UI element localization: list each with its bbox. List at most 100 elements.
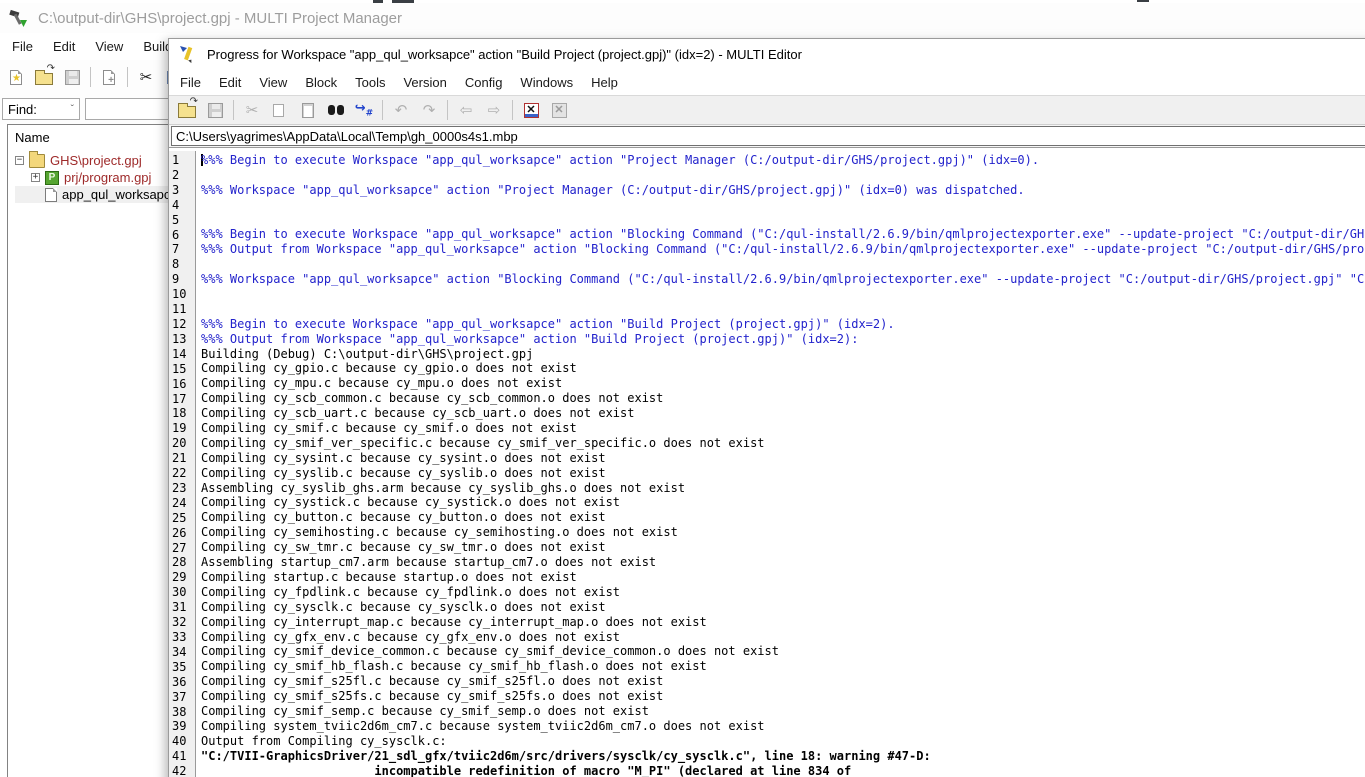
file-path-input[interactable] xyxy=(171,126,1365,146)
expand-icon[interactable]: + xyxy=(31,173,40,182)
menu-edit[interactable]: Edit xyxy=(43,35,85,58)
forward-button[interactable]: ⇨ xyxy=(482,98,506,122)
scissors-icon: ✂ xyxy=(140,70,153,85)
add-file-button[interactable]: + xyxy=(97,65,121,89)
file-icon xyxy=(45,188,57,202)
output-line: Compiling cy_interrupt_map.c because cy_… xyxy=(201,615,1365,630)
copy-button[interactable] xyxy=(268,98,292,122)
plus-icon: + xyxy=(108,76,114,86)
build-output-text[interactable]: %%% Begin to execute Workspace "app_qul_… xyxy=(196,151,1365,777)
line-number: 14 xyxy=(172,347,195,362)
window-title: Progress for Workspace "app_qul_worksapc… xyxy=(207,47,802,62)
forward-arrow-icon: ⇨ xyxy=(488,103,501,118)
editor-titlebar[interactable]: Progress for Workspace "app_qul_worksapc… xyxy=(169,39,1365,69)
output-line: Compiling cy_semihosting.c because cy_se… xyxy=(201,525,1365,540)
line-number: 28 xyxy=(172,555,195,570)
line-number: 15 xyxy=(172,362,195,377)
menu-view[interactable]: View xyxy=(85,35,133,58)
output-line: %%% Workspace "app_qul_worksapce" action… xyxy=(201,272,1365,287)
line-number: 20 xyxy=(172,436,195,451)
paste-icon xyxy=(302,103,314,118)
open-folder-icon xyxy=(35,73,53,85)
editor-menubar: FileEditViewBlockToolsVersionConfigWindo… xyxy=(169,69,1365,95)
output-line: Compiling cy_smif_s25fl.c because cy_smi… xyxy=(201,674,1365,689)
multi-editor-icon xyxy=(178,44,198,64)
output-line xyxy=(201,287,1365,302)
open-file-button[interactable] xyxy=(175,98,199,122)
line-number: 23 xyxy=(172,481,195,496)
project-manager-titlebar[interactable]: C:\output-dir\GHS\project.gpj - MULTI Pr… xyxy=(0,3,1365,33)
output-line: %%% Begin to execute Workspace "app_qul_… xyxy=(201,317,1365,332)
output-line: %%% Begin to execute Workspace "app_qul_… xyxy=(201,153,1365,168)
output-line: Compiling cy_smif_ver_specific.c because… xyxy=(201,436,1365,451)
cut-button[interactable]: ✂ xyxy=(134,65,158,89)
close-all-icon: ✕ xyxy=(552,103,567,118)
line-number: 2 xyxy=(172,168,195,183)
star-icon: ★ xyxy=(12,74,21,84)
goto-line-button[interactable]: ↪# xyxy=(352,98,376,122)
line-number: 34 xyxy=(172,645,195,660)
line-number: 22 xyxy=(172,466,195,481)
close-all-button[interactable]: ✕ xyxy=(547,98,571,122)
line-number: 21 xyxy=(172,451,195,466)
tree-item-label: GHS\project.gpj xyxy=(50,153,142,168)
line-number: 10 xyxy=(172,287,195,302)
line-number: 12 xyxy=(172,317,195,332)
output-line: Compiling startup.c because startup.o do… xyxy=(201,570,1365,585)
find-button[interactable] xyxy=(324,98,348,122)
line-number: 41 xyxy=(172,749,195,764)
menu-help[interactable]: Help xyxy=(582,71,627,94)
menu-block[interactable]: Block xyxy=(296,71,346,94)
line-number: 9 xyxy=(172,272,195,287)
line-number: 24 xyxy=(172,496,195,511)
paste-button[interactable] xyxy=(296,98,320,122)
output-line: Compiling cy_sysint.c because cy_sysint.… xyxy=(201,451,1365,466)
menu-windows[interactable]: Windows xyxy=(511,71,582,94)
output-line: Compiling cy_smif.c because cy_smif.o do… xyxy=(201,421,1365,436)
line-number: 7 xyxy=(172,242,195,257)
multi-project-manager-icon xyxy=(8,8,28,28)
output-line: Compiling cy_gfx_env.c because cy_gfx_en… xyxy=(201,630,1365,645)
collapse-icon[interactable]: − xyxy=(15,156,24,165)
toolbar-separator xyxy=(90,67,91,87)
output-line: Compiling cy_fpdlink.c because cy_fpdlin… xyxy=(201,585,1365,600)
line-number: 17 xyxy=(172,392,195,407)
save-button[interactable] xyxy=(60,65,84,89)
output-line: Assembling startup_cm7.arm because start… xyxy=(201,555,1365,570)
line-number: 35 xyxy=(172,660,195,675)
new-file-icon: ★ xyxy=(10,70,22,85)
output-line: Compiling cy_sw_tmr.c because cy_sw_tmr.… xyxy=(201,540,1365,555)
line-number: 32 xyxy=(172,615,195,630)
folder-icon xyxy=(29,154,45,168)
output-line: Compiling cy_smif_s25fs.c because cy_smi… xyxy=(201,689,1365,704)
output-line: %%% Output from Workspace "app_qul_works… xyxy=(201,242,1365,257)
editor-text-area[interactable]: 1234567891011121314151617181920212223242… xyxy=(169,151,1365,777)
redo-button[interactable]: ↷ xyxy=(417,98,441,122)
line-number: 40 xyxy=(172,734,195,749)
menu-config[interactable]: Config xyxy=(456,71,512,94)
line-number: 25 xyxy=(172,511,195,526)
line-number: 13 xyxy=(172,332,195,347)
back-button[interactable]: ⇦ xyxy=(454,98,478,122)
line-number: 6 xyxy=(172,228,195,243)
text-cursor xyxy=(201,154,203,166)
find-dropdown[interactable]: Find: ˇ xyxy=(2,98,80,120)
line-number: 36 xyxy=(172,675,195,690)
menu-view[interactable]: View xyxy=(250,71,296,94)
line-number: 31 xyxy=(172,600,195,615)
menu-file[interactable]: File xyxy=(2,35,43,58)
save-button[interactable] xyxy=(203,98,227,122)
menu-edit[interactable]: Edit xyxy=(210,71,250,94)
menu-file[interactable]: File xyxy=(171,71,210,94)
new-file-button[interactable]: ★ xyxy=(4,65,28,89)
cut-button[interactable]: ✂ xyxy=(240,98,264,122)
chevron-down-icon: ˇ xyxy=(71,104,74,115)
undo-button[interactable]: ↶ xyxy=(389,98,413,122)
add-file-icon: + xyxy=(103,70,115,85)
output-line xyxy=(201,257,1365,272)
close-file-button[interactable]: ✕ xyxy=(519,98,543,122)
menu-version[interactable]: Version xyxy=(394,71,455,94)
menu-tools[interactable]: Tools xyxy=(346,71,394,94)
open-project-button[interactable] xyxy=(32,65,56,89)
line-number: 18 xyxy=(172,406,195,421)
